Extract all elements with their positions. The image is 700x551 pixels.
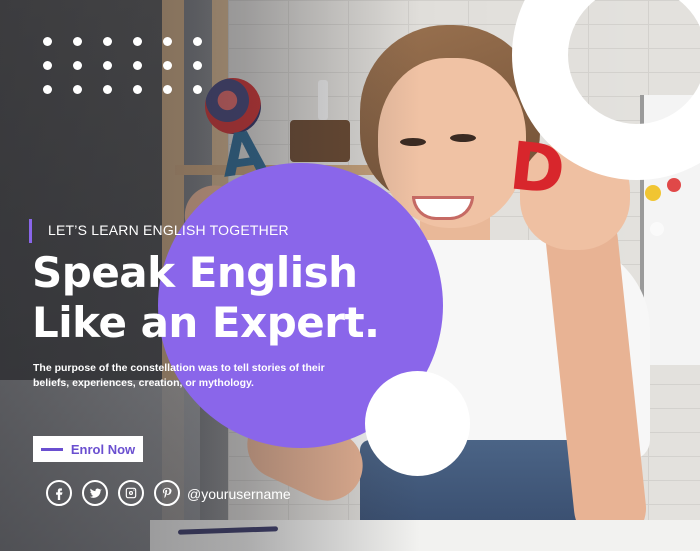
white-circle xyxy=(365,371,470,476)
grid-dot xyxy=(73,61,82,70)
enrol-now-button[interactable]: Enrol Now xyxy=(33,436,143,462)
grid-dot xyxy=(163,61,172,70)
pinterest-icon[interactable] xyxy=(154,480,180,506)
headline-line-2: Like an Expert. xyxy=(32,298,380,347)
grid-dot xyxy=(193,61,202,70)
dot-grid xyxy=(43,37,203,97)
banner-canvas: A D LET’S LEARN ENGLISH TOGETHER Speak E… xyxy=(0,0,700,551)
grid-dot xyxy=(43,85,52,94)
headline-line-1: Speak English xyxy=(32,248,358,297)
grid-dot xyxy=(103,85,112,94)
social-handle: @yourusername xyxy=(187,486,291,502)
grid-dot xyxy=(103,61,112,70)
grid-dot xyxy=(43,61,52,70)
grid-dot xyxy=(163,85,172,94)
grid-dot xyxy=(73,37,82,46)
instagram-icon[interactable] xyxy=(118,480,144,506)
grid-dot xyxy=(133,85,142,94)
dash-icon xyxy=(40,447,63,451)
headline: Speak English Like an Expert. xyxy=(32,248,380,348)
grid-dot xyxy=(73,85,82,94)
grid-dot xyxy=(133,61,142,70)
facebook-icon[interactable] xyxy=(46,480,72,506)
enrol-now-label: Enrol Now xyxy=(70,441,136,457)
twitter-icon[interactable] xyxy=(82,480,108,506)
grid-dot xyxy=(193,85,202,94)
tagline-accent-bar xyxy=(29,219,32,243)
description: The purpose of the constellation was to … xyxy=(33,362,325,389)
grid-dot xyxy=(43,37,52,46)
grid-dot xyxy=(103,37,112,46)
tagline: LET’S LEARN ENGLISH TOGETHER xyxy=(48,222,289,238)
grid-dot xyxy=(133,37,142,46)
grid-dot xyxy=(193,37,202,46)
social-links xyxy=(46,480,180,506)
grid-dot xyxy=(163,37,172,46)
